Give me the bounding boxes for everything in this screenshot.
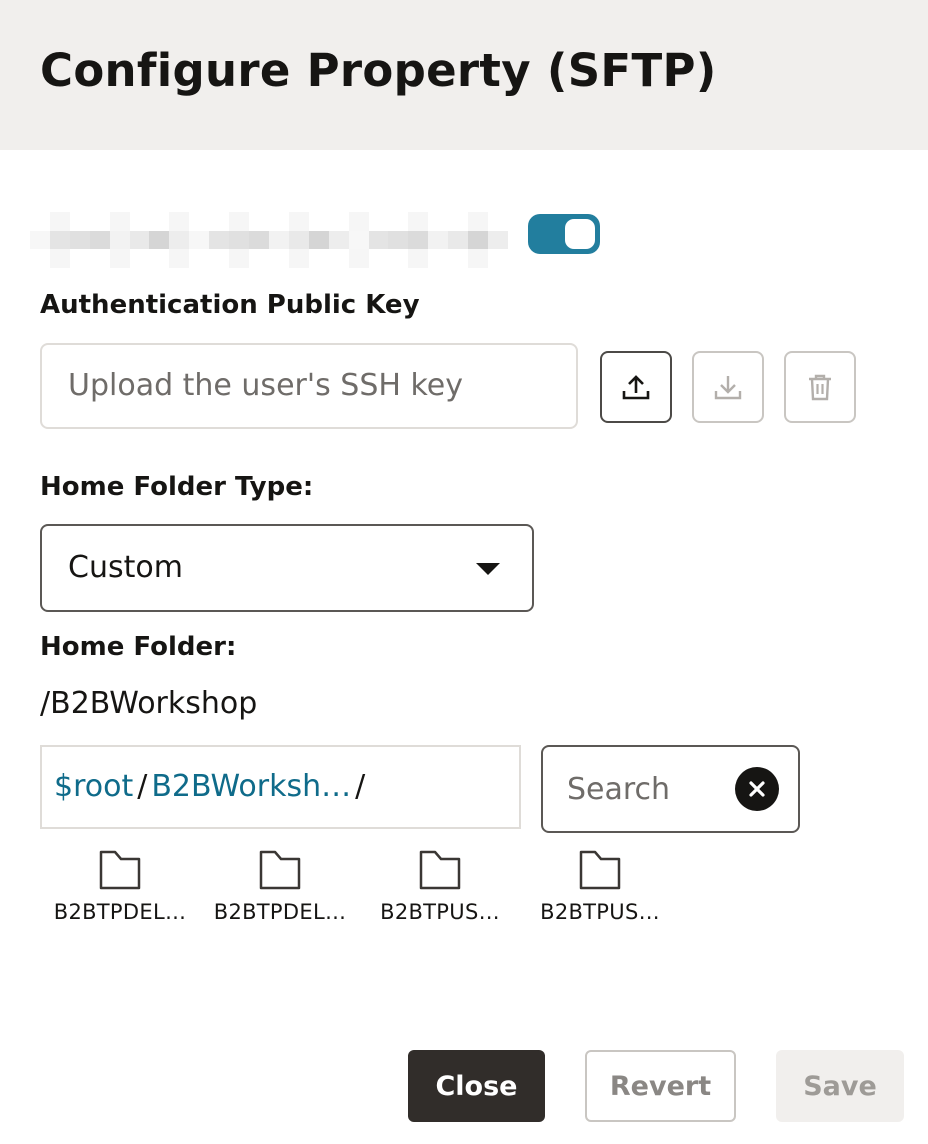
folder-item[interactable]: B2BTPDEL… [205, 850, 355, 924]
folder-icon [99, 850, 141, 890]
breadcrumb-folder-link[interactable]: B2BWorksh… [151, 769, 351, 804]
toggle-knob [565, 219, 595, 249]
dialog-header: Configure Property (SFTP) [0, 0, 928, 150]
upload-icon [622, 375, 650, 400]
clear-search-button[interactable] [735, 767, 779, 811]
folder-name: B2BTPUS… [380, 900, 500, 924]
save-button[interactable]: Save [776, 1050, 904, 1122]
home-folder-label: Home Folder: [40, 632, 237, 662]
download-icon [714, 376, 742, 400]
folder-search [541, 745, 800, 833]
auth-key-label: Authentication Public Key [40, 290, 420, 320]
revert-button[interactable]: Revert [585, 1050, 736, 1122]
home-folder-type-select[interactable]: Custom [40, 524, 534, 612]
breadcrumb-separator: / [355, 769, 366, 804]
home-folder-value: /B2BWorkshop [40, 686, 258, 721]
breadcrumb-separator: / [137, 769, 148, 804]
ssh-key-input[interactable]: Upload the user's SSH key [40, 343, 578, 429]
folder-name: B2BTPUS… [540, 900, 660, 924]
enable-toggle[interactable] [528, 214, 600, 254]
folder-search-input[interactable] [567, 747, 727, 831]
folder-item[interactable]: B2BTPUS… [525, 850, 675, 924]
trash-icon [809, 374, 831, 401]
selected-value: Custom [68, 550, 183, 585]
dialog-title: Configure Property (SFTP) [40, 44, 717, 97]
close-button[interactable]: Close [408, 1050, 545, 1122]
caret-down-icon [476, 563, 500, 575]
folder-item[interactable]: B2BTPDEL… [45, 850, 195, 924]
upload-key-button[interactable] [600, 351, 672, 423]
folder-icon [579, 850, 621, 890]
folder-icon [419, 850, 461, 890]
home-folder-type-label: Home Folder Type: [40, 472, 314, 502]
close-icon [749, 781, 765, 797]
download-key-button[interactable] [692, 351, 764, 423]
folder-icon [259, 850, 301, 890]
folder-breadcrumb: $root / B2BWorksh… / [40, 745, 521, 829]
redacted-label [30, 212, 508, 268]
breadcrumb-root-link[interactable]: $root [54, 769, 133, 804]
delete-key-button[interactable] [784, 351, 856, 423]
folder-name: B2BTPDEL… [213, 900, 347, 924]
folder-item[interactable]: B2BTPUS… [365, 850, 515, 924]
folder-name: B2BTPDEL… [53, 900, 187, 924]
